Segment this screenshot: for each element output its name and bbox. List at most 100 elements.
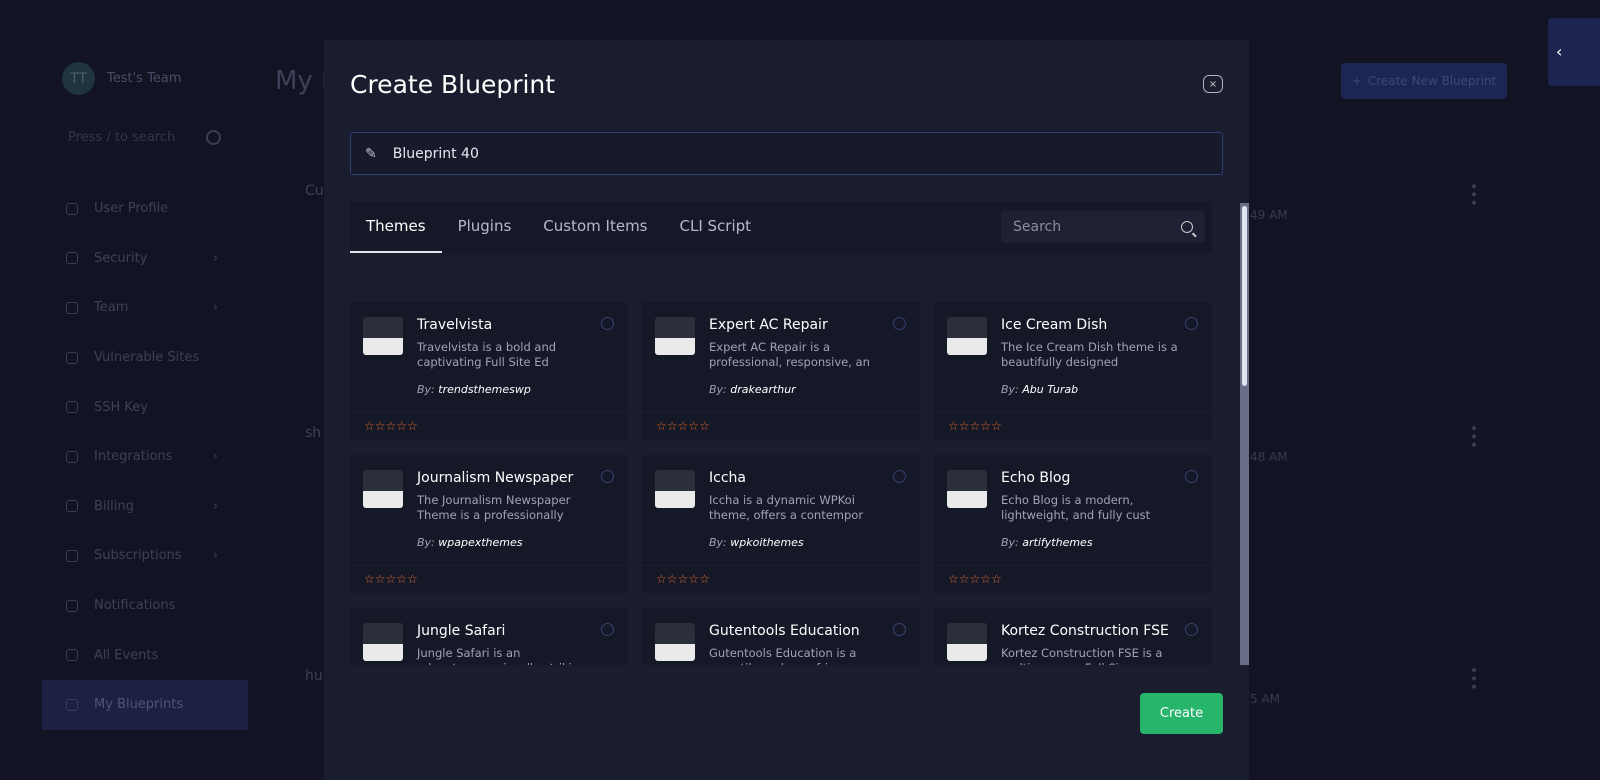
team-switcher[interactable]: TT Test's Team <box>62 62 181 95</box>
sidebar-item-label: My Blueprints <box>94 697 184 713</box>
theme-name: Echo Blog <box>1001 470 1071 486</box>
chevron-right-icon: › <box>212 449 218 465</box>
star-rating: ☆☆☆☆☆ <box>934 565 1212 586</box>
billing-icon <box>66 500 78 513</box>
scrollbar[interactable] <box>1240 203 1249 665</box>
select-radio[interactable] <box>1185 317 1198 330</box>
select-radio[interactable] <box>601 470 614 483</box>
sidebar-item[interactable]: User Profile <box>42 184 248 234</box>
sidebar-item-label: User Profile <box>94 201 169 217</box>
author-name: Abu Turab <box>1022 383 1079 396</box>
theme-card[interactable]: Expert AC Repair Expert AC Repair is a p… <box>642 302 920 440</box>
select-radio[interactable] <box>1185 470 1198 483</box>
select-radio[interactable] <box>893 470 906 483</box>
search-icon[interactable] <box>1181 221 1193 233</box>
star-icon: ☆ <box>385 419 397 433</box>
sidebar-item-label: Integrations <box>94 449 173 465</box>
select-radio[interactable] <box>601 623 614 636</box>
theme-author: By: wpapexthemes <box>417 536 523 549</box>
blueprint-time: 5 AM <box>1250 692 1281 706</box>
theme-card[interactable]: Jungle Safari Jungle Safari is an advent… <box>350 608 628 665</box>
chevron-right-icon: › <box>212 548 218 564</box>
blueprint-name-input[interactable] <box>392 145 1193 162</box>
sidebar-item[interactable]: SSH Key <box>42 382 248 432</box>
plus-icon: + <box>1351 74 1362 88</box>
tab-plugins[interactable]: Plugins <box>442 202 528 253</box>
star-icon: ☆ <box>980 419 992 433</box>
by-label: By: <box>709 383 727 396</box>
theme-author: By: artifythemes <box>1001 536 1093 549</box>
create-button[interactable]: Create <box>1140 693 1223 734</box>
key-icon <box>66 401 78 414</box>
sidebar-item[interactable]: Team › <box>42 283 248 333</box>
avatar: TT <box>62 62 95 95</box>
theme-name: Jungle Safari <box>417 623 506 639</box>
theme-card[interactable]: Iccha Iccha is a dynamic WPKoi theme, of… <box>642 455 920 593</box>
star-icon: ☆ <box>958 572 970 586</box>
star-icon: ☆ <box>374 419 386 433</box>
theme-description: Gutentools Education is a versatile and … <box>709 646 857 665</box>
select-radio[interactable] <box>893 623 906 636</box>
theme-card[interactable]: Kortez Construction FSE Kortez Construct… <box>934 608 1212 665</box>
sidebar-search-input[interactable]: Press / to search <box>68 130 228 145</box>
tab-custom-items[interactable]: Custom Items <box>527 202 663 253</box>
theme-thumbnail <box>947 470 987 508</box>
star-icon: ☆ <box>396 419 408 433</box>
sidebar-item[interactable]: Integrations › <box>42 432 248 482</box>
theme-search[interactable] <box>1001 211 1205 243</box>
select-radio[interactable] <box>1185 623 1198 636</box>
theme-thumbnail <box>947 317 987 355</box>
select-radio[interactable] <box>893 317 906 330</box>
theme-description: Kortez Construction FSE is a multi-purpo… <box>1001 646 1163 665</box>
theme-description: Travelvista is a bold and captivating Fu… <box>417 340 557 369</box>
sidebar-item[interactable]: All Events <box>42 630 248 680</box>
sidebar-item[interactable]: My Blueprints <box>42 679 248 730</box>
star-icon: ☆ <box>407 419 418 433</box>
theme-name: Iccha <box>709 470 746 486</box>
create-new-blueprint-button[interactable]: + Create New Blueprint <box>1341 63 1507 99</box>
tab-themes[interactable]: Themes <box>350 202 442 253</box>
scrollbar-thumb[interactable] <box>1242 206 1247 386</box>
star-icon: ☆ <box>374 572 386 586</box>
star-rating: ☆☆☆☆☆ <box>642 565 920 586</box>
sidebar-item-label: Notifications <box>94 598 176 614</box>
star-icon: ☆ <box>656 419 667 433</box>
theme-author: By: drakearthur <box>709 383 796 396</box>
more-options-icon[interactable]: ••• <box>1465 666 1481 691</box>
sidebar-item[interactable]: Billing › <box>42 482 248 532</box>
sidebar-item-label: All Events <box>94 647 159 663</box>
create-new-label: Create New Blueprint <box>1367 74 1497 88</box>
user-icon <box>66 202 78 215</box>
star-icon: ☆ <box>396 572 408 586</box>
theme-card[interactable]: Gutentools Education Gutentools Educatio… <box>642 608 920 665</box>
create-blueprint-modal: Create Blueprint × ✎ Themes Plugins Cust… <box>324 40 1249 780</box>
theme-description: The Ice Cream Dish theme is a beautifull… <box>1001 340 1178 369</box>
more-options-icon[interactable]: ••• <box>1465 182 1481 207</box>
sidebar-item[interactable]: Security › <box>42 234 248 284</box>
theme-thumbnail <box>655 317 695 355</box>
close-icon[interactable]: × <box>1203 75 1223 93</box>
theme-card[interactable]: Ice Cream Dish The Ice Cream Dish theme … <box>934 302 1212 440</box>
theme-search-input[interactable] <box>1013 219 1163 235</box>
theme-card[interactable]: Journalism Newspaper The Journalism News… <box>350 455 628 593</box>
sidebar-item[interactable]: Vulnerable Sites <box>42 333 248 383</box>
chevron-left-icon[interactable]: ‹ <box>1548 18 1600 86</box>
tab-cli-script[interactable]: CLI Script <box>664 202 768 253</box>
sidebar-item[interactable]: Notifications <box>42 581 248 631</box>
theme-card[interactable]: Travelvista Travelvista is a bold and ca… <box>350 302 628 440</box>
select-radio[interactable] <box>601 317 614 330</box>
by-label: By: <box>1001 383 1019 396</box>
blueprint-name-field[interactable]: ✎ <box>350 132 1223 175</box>
author-name: artifythemes <box>1022 536 1093 549</box>
star-icon: ☆ <box>991 419 1002 433</box>
theme-card[interactable]: Echo Blog Echo Blog is a modern, lightwe… <box>934 455 1212 593</box>
sidebar-nav: User Profile Security › Team › Vulnerable Sit… <box>42 184 248 730</box>
chevron-right-icon: › <box>212 250 218 266</box>
star-icon: ☆ <box>666 572 678 586</box>
theme-author: By: trendsthemeswp <box>417 383 531 396</box>
subscription-icon <box>66 549 78 562</box>
theme-author: By: wpkoithemes <box>709 536 804 549</box>
sidebar-item[interactable]: Subscriptions › <box>42 531 248 581</box>
more-options-icon[interactable]: ••• <box>1465 424 1481 449</box>
star-icon: ☆ <box>364 572 375 586</box>
